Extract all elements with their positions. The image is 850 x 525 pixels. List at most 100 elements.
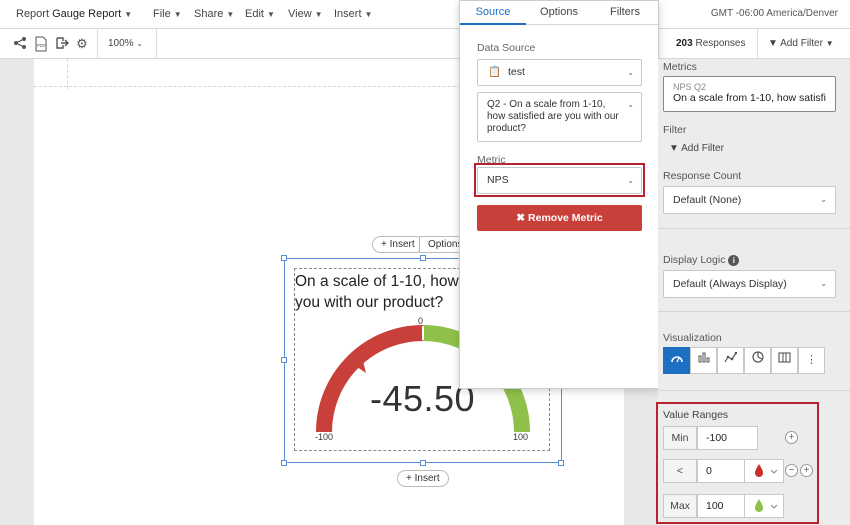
- metric-card[interactable]: NPS Q2 On a scale from 1-10, how satisfi…: [663, 76, 836, 112]
- widget-source-popover: Source Options Filters Data Source 📋 tes…: [459, 0, 659, 389]
- filter-icon: ▼: [669, 143, 679, 154]
- menu-label: Share: [194, 8, 224, 20]
- response-count-value: Default (None): [673, 194, 742, 206]
- gauge-min-label: -100: [315, 432, 334, 442]
- table-icon: [778, 352, 791, 363]
- metric-card-title: On a scale from 1-10, how satisfie...: [673, 92, 826, 104]
- display-logic-select[interactable]: Default (Always Display) ⌄: [663, 270, 836, 298]
- more-options-button[interactable]: ⋮: [798, 347, 825, 374]
- panel-divider: [658, 390, 850, 391]
- zoom-level: 100%: [108, 38, 134, 49]
- insert-above-button[interactable]: + Insert: [372, 236, 424, 253]
- plus-icon: +: [406, 473, 412, 484]
- resize-handle[interactable]: [281, 357, 287, 363]
- data-source-value: test: [508, 66, 525, 78]
- remove-metric-button[interactable]: ✖ Remove Metric: [477, 205, 642, 231]
- gauge-max-label: 100: [513, 432, 529, 442]
- line-chart-viz-button[interactable]: [717, 347, 744, 374]
- popover-tabs: Source Options Filters: [460, 1, 658, 25]
- gauge-icon: [670, 356, 683, 363]
- display-logic-text: Display Logic: [663, 254, 726, 266]
- tab-options[interactable]: Options: [526, 6, 592, 18]
- insert-below-button[interactable]: + Insert: [397, 470, 449, 487]
- resize-handle[interactable]: [420, 460, 426, 466]
- report-prefix: Report: [16, 8, 50, 20]
- timezone-label: GMT -06:00 America/Denver: [710, 8, 838, 19]
- info-icon[interactable]: i: [728, 255, 740, 266]
- pdf-icon[interactable]: PDF: [33, 36, 49, 52]
- question-select[interactable]: Q2 - On a scale from 1-10, how satisfied…: [477, 92, 642, 142]
- gauge-zero-label: 0: [418, 316, 424, 326]
- insert-label: Insert: [414, 473, 440, 484]
- panel-add-filter-button[interactable]: ▼ Add Filter: [669, 143, 724, 154]
- menu-view[interactable]: View ▼: [288, 8, 323, 20]
- display-logic-value: Default (Always Display): [673, 278, 787, 290]
- menu-label: Edit: [245, 8, 264, 20]
- data-source-select[interactable]: 📋 test ⌄: [477, 59, 642, 86]
- add-filter-label: Add Filter: [780, 38, 823, 49]
- zoom-selector[interactable]: 100% ⌄: [108, 38, 143, 49]
- metric-card-subtitle: NPS Q2: [673, 82, 707, 92]
- chevron-down-icon: ⌄: [627, 100, 634, 109]
- gear-icon[interactable]: ⚙: [74, 36, 90, 52]
- menu-label: Insert: [334, 8, 362, 20]
- menu-label: File: [153, 8, 171, 20]
- bar-chart-icon: [698, 352, 709, 363]
- report-name: Gauge Report: [52, 8, 122, 20]
- add-filter-label: Add Filter: [681, 143, 724, 154]
- add-filter-button[interactable]: ▼ Add Filter ▼: [768, 38, 834, 49]
- gauge-viz-button[interactable]: [663, 347, 690, 374]
- remove-metric-label: Remove Metric: [528, 212, 603, 224]
- resize-handle[interactable]: [558, 460, 564, 466]
- table-viz-button[interactable]: [771, 347, 798, 374]
- resize-handle[interactable]: [420, 255, 426, 261]
- widget-title: On a scale of 1-10, how you with our pro…: [295, 273, 459, 311]
- panel-divider: [658, 228, 850, 229]
- plus-icon: +: [381, 239, 387, 250]
- close-icon: ✖: [516, 212, 526, 224]
- pie-chart-viz-button[interactable]: [744, 347, 771, 374]
- chevron-down-icon: ▼: [314, 10, 323, 19]
- page-guide: [67, 59, 68, 89]
- toolbar-divider: [97, 29, 98, 59]
- resize-handle[interactable]: [281, 255, 287, 261]
- data-source-label: Data Source: [477, 42, 536, 54]
- kebab-icon: ⋮: [806, 354, 817, 366]
- response-label: Responses: [695, 38, 746, 49]
- line-chart-icon: [724, 351, 738, 363]
- responses-bar: 203 Responses ▼ Add Filter ▼: [658, 29, 850, 59]
- report-selector[interactable]: Report Gauge Report ▼: [16, 8, 132, 20]
- chevron-down-icon: ⌄: [627, 68, 634, 77]
- resize-handle[interactable]: [281, 460, 287, 466]
- chevron-down-icon: ▼: [173, 10, 182, 19]
- panel-divider: [658, 311, 850, 312]
- toolbar-divider: [156, 29, 157, 59]
- response-count-select[interactable]: Default (None) ⌄: [663, 186, 836, 214]
- response-counter: 203 Responses: [676, 38, 746, 49]
- insert-label: Insert: [389, 239, 415, 250]
- metrics-label: Metrics: [663, 61, 697, 73]
- filter-label: Filter: [663, 124, 687, 136]
- export-icon[interactable]: [54, 36, 70, 52]
- tab-source[interactable]: Source: [460, 6, 526, 18]
- chevron-down-icon: ▼: [124, 10, 133, 19]
- chevron-down-icon: ⌄: [820, 195, 827, 204]
- filter-icon: ▼: [768, 38, 778, 49]
- menu-edit[interactable]: Edit ▼: [245, 8, 275, 20]
- properties-panel: Metrics NPS Q2 On a scale from 1-10, how…: [656, 59, 850, 525]
- menu-label: View: [288, 8, 312, 20]
- bar-chart-viz-button[interactable]: [690, 347, 717, 374]
- pie-chart-icon: [751, 351, 764, 363]
- menu-share[interactable]: Share ▼: [194, 8, 234, 20]
- active-tab-indicator: [460, 23, 526, 25]
- value-ranges-highlight-box: [656, 402, 819, 524]
- share-icon[interactable]: [12, 36, 28, 52]
- menu-insert[interactable]: Insert ▼: [334, 8, 372, 20]
- display-logic-label: Display Logic i: [663, 254, 740, 266]
- tab-filters[interactable]: Filters: [592, 6, 658, 18]
- metric-highlight-box: [474, 163, 645, 197]
- menu-file[interactable]: File ▼: [153, 8, 182, 20]
- visualization-label: Visualization: [663, 332, 722, 344]
- menu-bar: Report Gauge Report ▼ File ▼ Share ▼ Edit ▼ …: [0, 0, 850, 29]
- options-label: Options: [428, 239, 463, 250]
